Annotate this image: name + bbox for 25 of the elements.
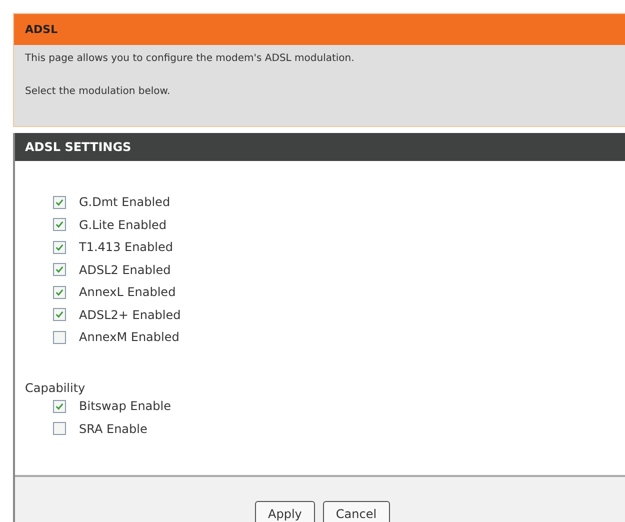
- checkbox-label: T1.413 Enabled: [79, 240, 173, 254]
- checkbox[interactable]: [53, 286, 66, 298]
- checkbox-label: ADSL2+ Enabled: [79, 308, 181, 322]
- checkbox[interactable]: [53, 263, 66, 276]
- cancel-button[interactable]: Cancel: [322, 501, 390, 522]
- checkbox-label: G.Dmt Enabled: [79, 195, 170, 209]
- checkbox-label: ADSL2 Enabled: [79, 262, 171, 276]
- checkbox[interactable]: [53, 422, 66, 435]
- checkbox[interactable]: [53, 330, 66, 344]
- checkbox[interactable]: [53, 240, 66, 254]
- section-title: ADSL SETTINGS: [15, 133, 625, 161]
- description-text: Select the modulation below.: [25, 86, 172, 97]
- checkbox[interactable]: [53, 308, 66, 321]
- checkbox[interactable]: [53, 218, 66, 231]
- checkbox[interactable]: [53, 400, 66, 412]
- apply-button[interactable]: Apply: [255, 501, 315, 522]
- checkbox-label: SRA Enable: [79, 422, 148, 436]
- description-text: This page allows you to configure the modem's ADSL modulation.: [25, 53, 356, 64]
- capability-label: Capability: [25, 381, 86, 395]
- checkbox-label: AnnexL Enabled: [79, 285, 176, 299]
- checkbox-label: Bitswap Enable: [79, 399, 171, 413]
- checkbox-label: AnnexM Enabled: [79, 330, 180, 344]
- checkbox-label: G.Lite Enabled: [79, 218, 167, 232]
- section-title: ADSL: [14, 14, 625, 45]
- checkbox[interactable]: [53, 196, 66, 208]
